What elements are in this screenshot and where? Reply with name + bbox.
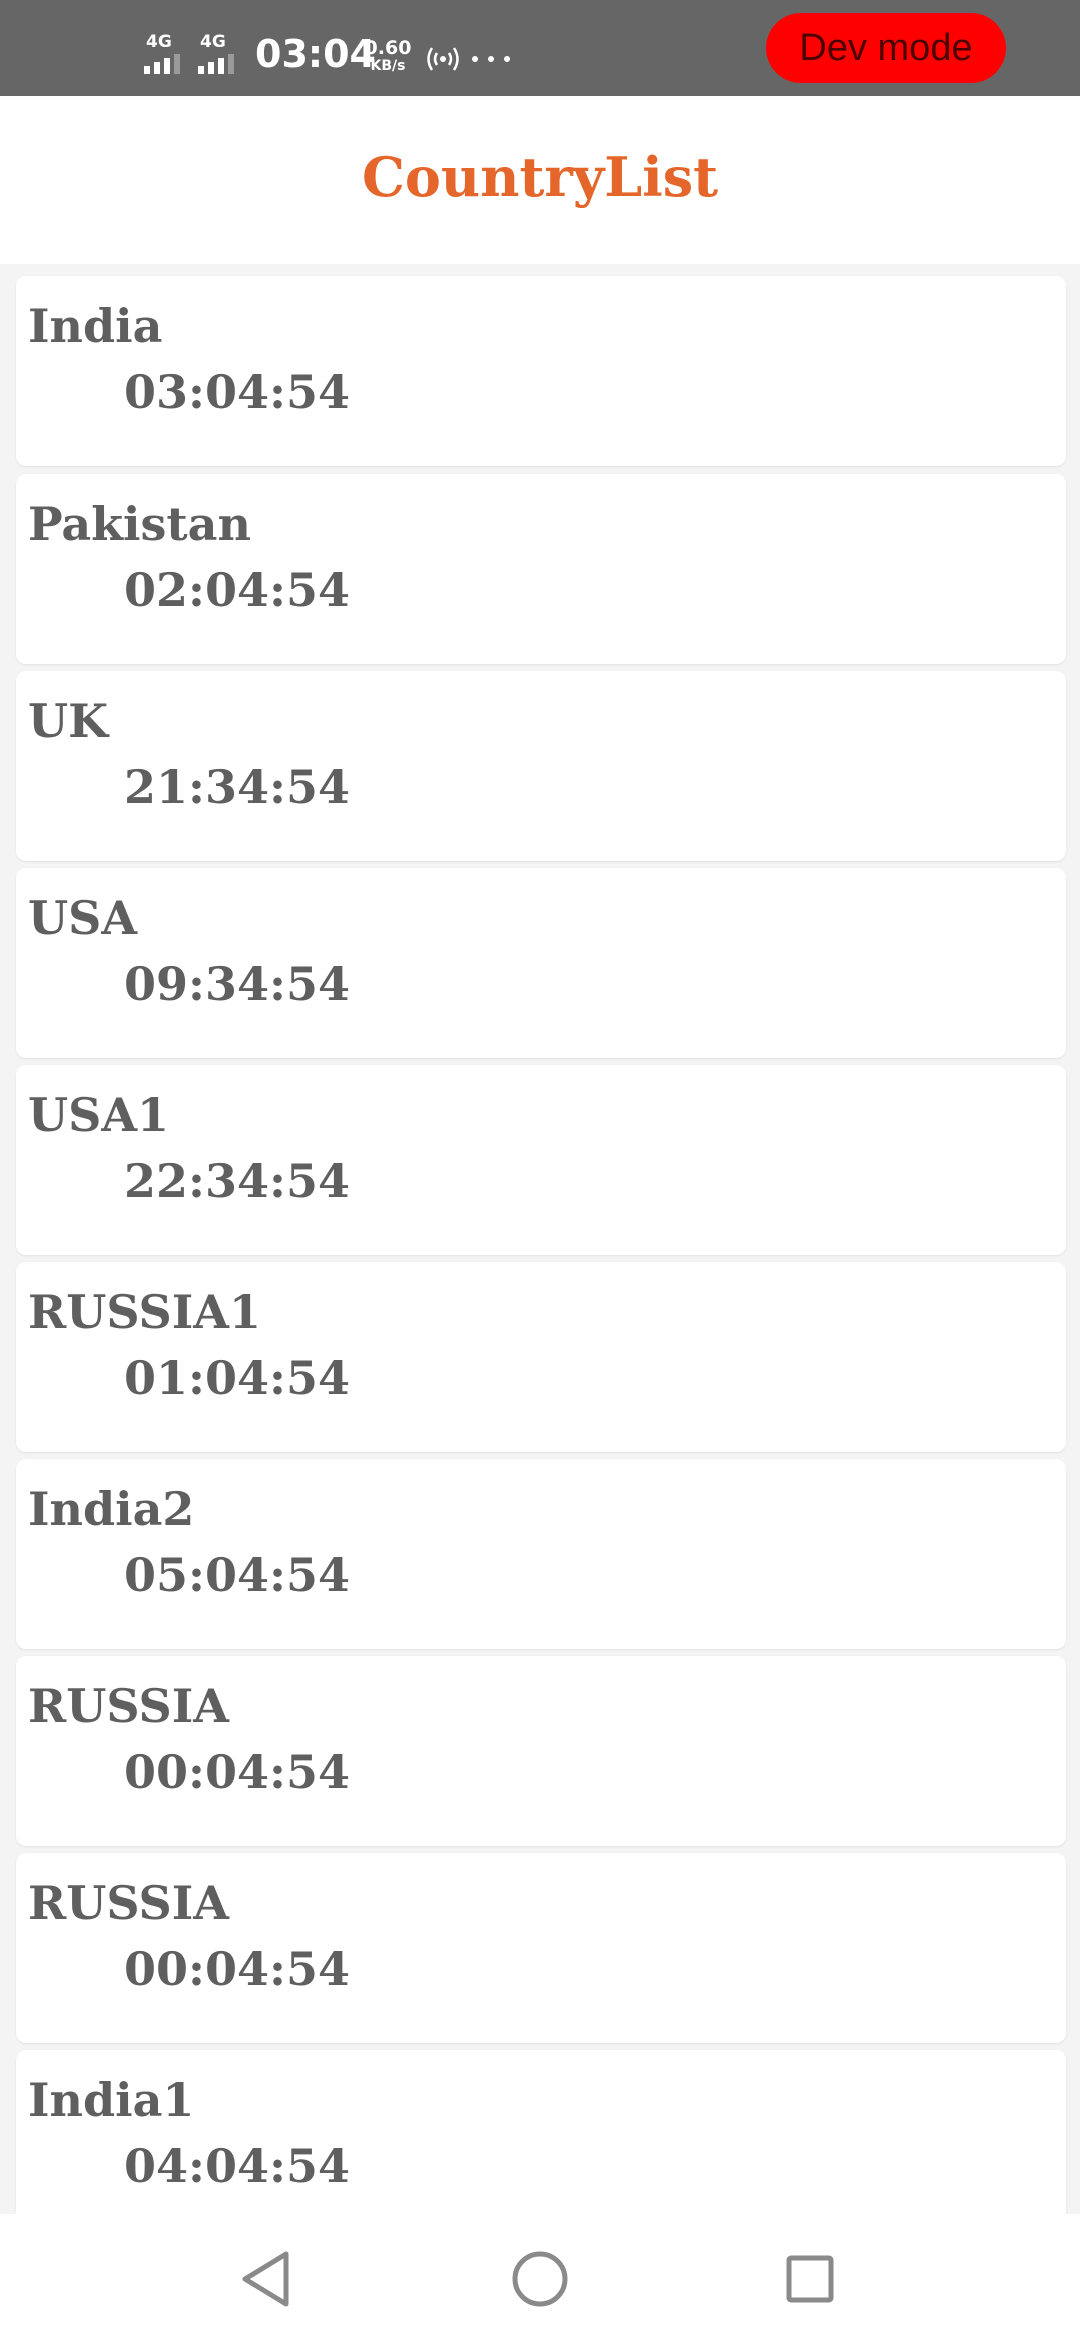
- country-card[interactable]: RUSSIA 00:04:54: [16, 1853, 1066, 2043]
- country-name: India1: [28, 2073, 195, 2127]
- country-time: 01:04:54: [124, 1351, 351, 1405]
- more-icon: [472, 56, 512, 64]
- country-name: UK: [28, 694, 109, 748]
- country-card[interactable]: UK 21:34:54: [16, 671, 1066, 861]
- country-card[interactable]: India1 04:04:54: [16, 2050, 1066, 2214]
- status-bar: 4G 4G 03:04 0.60 KB/s Dev mode: [0, 0, 1080, 96]
- country-name: RUSSIA: [28, 1679, 229, 1733]
- network-speed-value: 0.60: [364, 37, 412, 59]
- country-card[interactable]: USA1 22:34:54: [16, 1065, 1066, 1255]
- recents-button[interactable]: [765, 2234, 855, 2324]
- country-card[interactable]: Pakistan 02:04:54: [16, 474, 1066, 664]
- country-name: Pakistan: [28, 497, 251, 551]
- country-time: 21:34:54: [124, 760, 351, 814]
- recents-square-icon: [786, 2255, 834, 2303]
- network-indicator-1: 4G: [142, 32, 188, 74]
- country-card[interactable]: India 03:04:54: [16, 276, 1066, 466]
- page-title: CountryList: [361, 145, 719, 209]
- country-name: RUSSIA1: [28, 1285, 261, 1339]
- country-name: India2: [28, 1482, 195, 1536]
- country-time: 05:04:54: [124, 1548, 351, 1602]
- country-time: 00:04:54: [124, 1942, 351, 1996]
- app-header: CountryList: [0, 96, 1080, 264]
- country-time: 02:04:54: [124, 563, 351, 617]
- country-card[interactable]: India2 05:04:54: [16, 1459, 1066, 1649]
- network-type-label: 4G: [200, 32, 226, 52]
- signal-icon: [198, 54, 242, 74]
- country-time: 09:34:54: [124, 957, 351, 1011]
- country-time: 04:04:54: [124, 2139, 351, 2193]
- country-name: RUSSIA: [28, 1876, 229, 1930]
- network-indicator-2: 4G: [196, 32, 242, 74]
- dev-mode-button[interactable]: Dev mode: [766, 13, 1006, 83]
- country-time: 22:34:54: [124, 1154, 351, 1208]
- country-name: USA: [28, 891, 138, 945]
- signal-icon: [144, 54, 188, 74]
- network-speed-unit: KB/s: [370, 58, 406, 74]
- back-triangle-icon: [242, 2251, 289, 2307]
- home-circle-icon: [512, 2251, 568, 2307]
- country-list[interactable]: India 03:04:54 Pakistan 02:04:54 UK 21:3…: [0, 264, 1080, 2214]
- country-card[interactable]: RUSSIA1 01:04:54: [16, 1262, 1066, 1452]
- home-button[interactable]: [495, 2234, 585, 2324]
- network-speed: 0.60 KB/s: [364, 38, 412, 74]
- status-clock: 03:04: [255, 32, 376, 76]
- back-button[interactable]: [221, 2234, 311, 2324]
- country-name: USA1: [28, 1088, 170, 1142]
- country-time: 00:04:54: [124, 1745, 351, 1799]
- country-card[interactable]: RUSSIA 00:04:54: [16, 1656, 1066, 1846]
- country-time: 03:04:54: [124, 365, 351, 419]
- country-card[interactable]: USA 09:34:54: [16, 868, 1066, 1058]
- hotspot-icon: [424, 44, 462, 74]
- network-type-label: 4G: [146, 32, 172, 52]
- navigation-bar: [0, 2214, 1080, 2340]
- country-name: India: [28, 299, 163, 353]
